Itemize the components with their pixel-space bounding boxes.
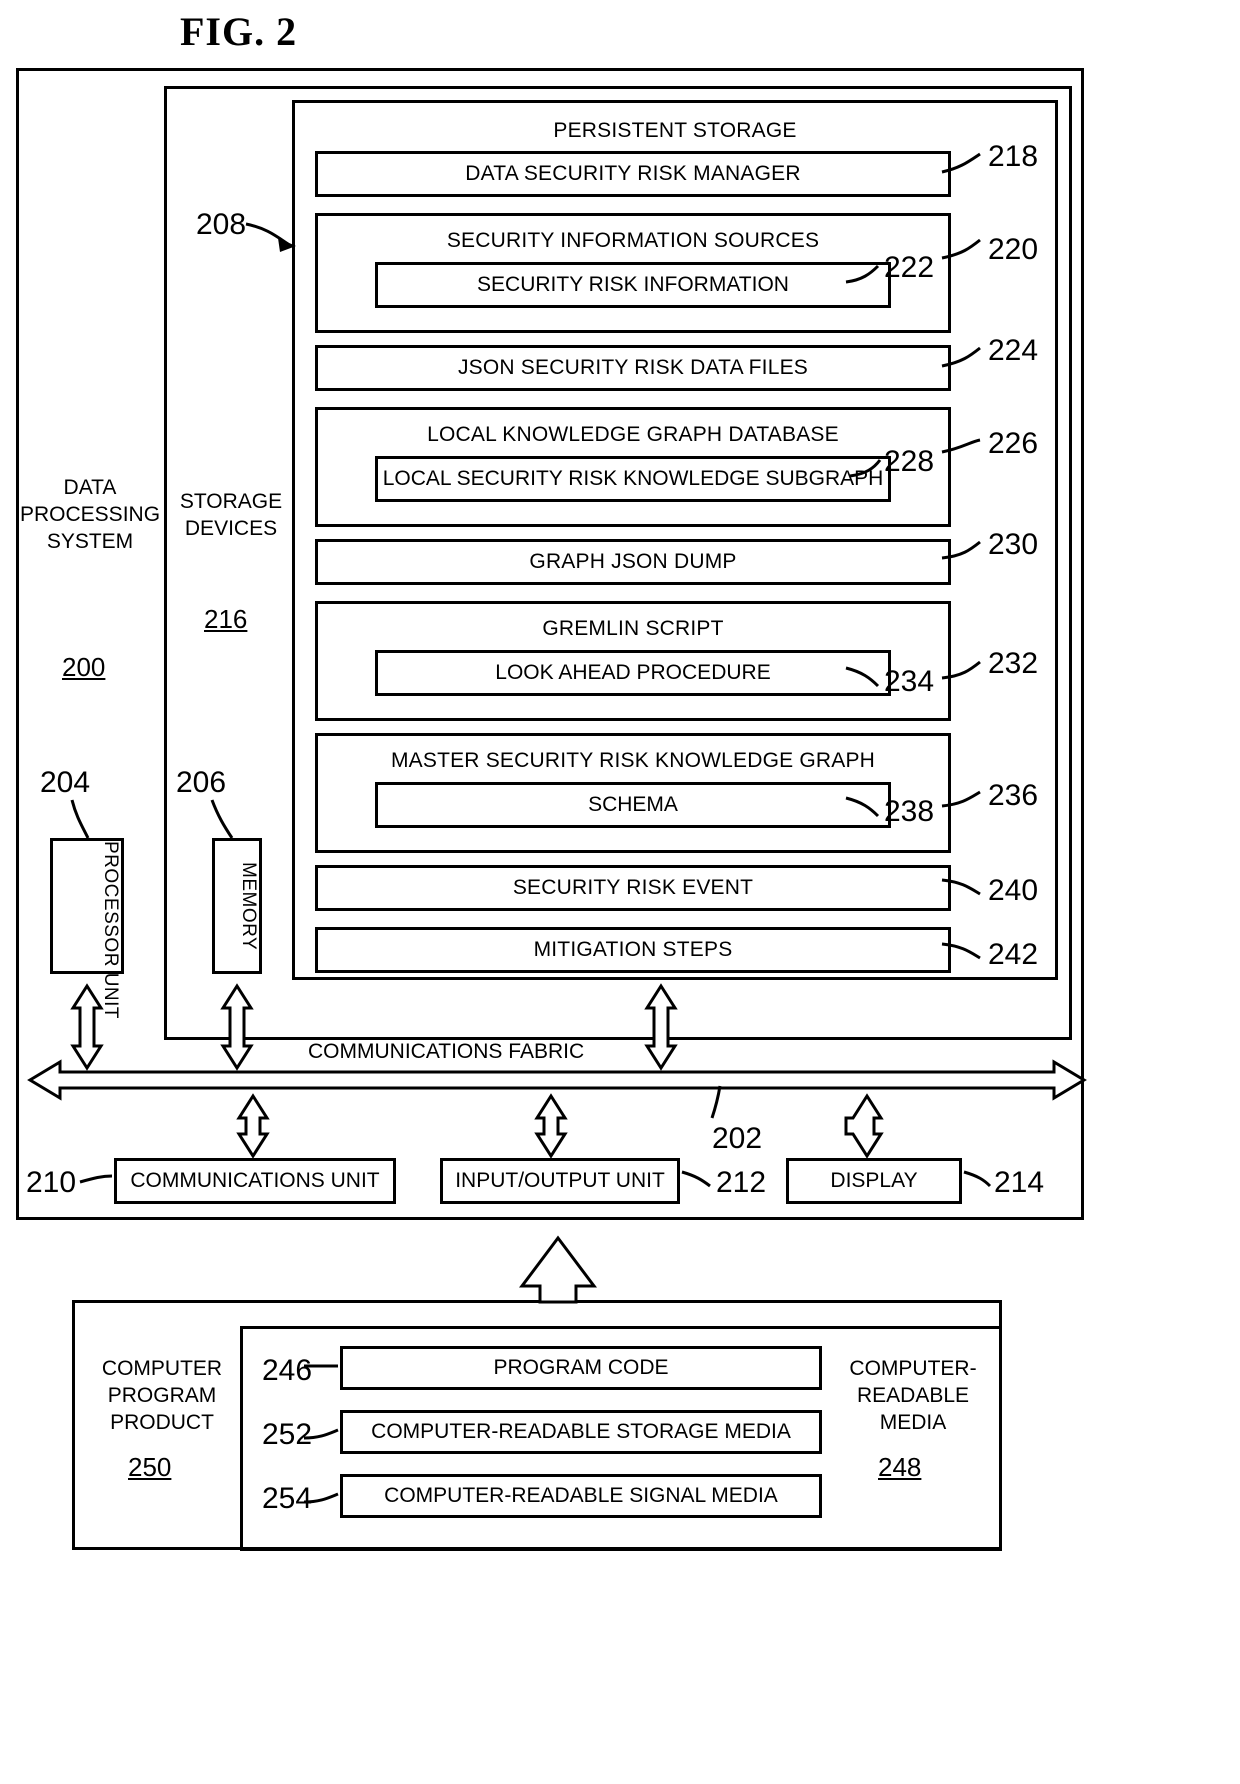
label-line: PROGRAM <box>107 1384 217 1407</box>
ref-246: 246 <box>262 1354 313 1387</box>
computer-program-product-label: COMPUTER PROGRAM PRODUCT <box>92 1355 232 1436</box>
persistent-storage-title: PERSISTENT STORAGE <box>553 119 797 142</box>
program-code-box: PROGRAM CODE <box>340 1346 822 1390</box>
module-label: LOCAL KNOWLEDGE GRAPH DATABASE <box>427 423 839 446</box>
ref-242: 242 <box>988 938 1039 971</box>
ref-234: 234 <box>884 665 935 698</box>
label-line: DATA <box>63 476 117 499</box>
module-label: LOCAL SECURITY RISK KNOWLEDGE SUBGRAPH <box>382 467 884 490</box>
module-master-security-risk-knowledge-graph: MASTER SECURITY RISK KNOWLEDGE GRAPH SCH… <box>315 733 951 853</box>
ref-200: 200 <box>62 652 106 682</box>
module-json-security-risk-data-files: JSON SECURITY RISK DATA FILES <box>315 345 951 391</box>
module-label: MASTER SECURITY RISK KNOWLEDGE GRAPH <box>390 749 876 772</box>
storage-devices-label: STORAGE DEVICES <box>172 488 290 542</box>
label-line: STORAGE <box>179 490 283 513</box>
label-line: SYSTEM <box>46 530 134 553</box>
ref-216: 216 <box>204 604 248 634</box>
ref-236: 236 <box>988 779 1039 812</box>
storage-media-label: COMPUTER-READABLE STORAGE MEDIA <box>371 1420 791 1443</box>
label-line: MEDIA <box>879 1411 947 1434</box>
ref-230: 230 <box>988 528 1039 561</box>
ref-254: 254 <box>262 1482 313 1515</box>
ref-208: 208 <box>196 208 247 241</box>
module-label: JSON SECURITY RISK DATA FILES <box>457 356 809 379</box>
label-line: COMPUTER- <box>849 1357 977 1380</box>
module-label: GRAPH JSON DUMP <box>529 550 737 573</box>
ref-206: 206 <box>176 766 227 799</box>
module-local-knowledge-graph-database: LOCAL KNOWLEDGE GRAPH DATABASE LOCAL SEC… <box>315 407 951 527</box>
computer-readable-storage-media-box: COMPUTER-READABLE STORAGE MEDIA <box>340 1410 822 1454</box>
module-security-risk-information: SECURITY RISK INFORMATION <box>375 262 891 308</box>
program-code-label: PROGRAM CODE <box>493 1356 669 1379</box>
persistent-storage-frame: PERSISTENT STORAGE DATA SECURITY RISK MA… <box>292 100 1058 980</box>
data-processing-system-label: DATA PROCESSING SYSTEM <box>20 474 160 555</box>
ref-232: 232 <box>988 647 1039 680</box>
module-graph-json-dump: GRAPH JSON DUMP <box>315 539 951 585</box>
ref-224: 224 <box>988 334 1039 367</box>
label-line: READABLE <box>856 1384 970 1407</box>
ref-250: 250 <box>128 1452 172 1482</box>
module-label: SECURITY INFORMATION SOURCES <box>446 229 820 252</box>
ref-218: 218 <box>988 140 1039 173</box>
module-label: MITIGATION STEPS <box>533 938 733 961</box>
signal-media-label: COMPUTER-READABLE SIGNAL MEDIA <box>384 1484 778 1507</box>
ref-252: 252 <box>262 1418 313 1451</box>
ref-220: 220 <box>988 233 1039 266</box>
label-line: PRODUCT <box>110 1411 214 1434</box>
ref-202: 202 <box>712 1122 763 1155</box>
memory-label: MEMORY <box>238 861 259 951</box>
module-label: SECURITY RISK INFORMATION <box>477 273 789 296</box>
module-gremlin-script: GREMLIN SCRIPT LOOK AHEAD PROCEDURE <box>315 601 951 721</box>
ref-228: 228 <box>884 445 935 478</box>
module-schema: SCHEMA <box>375 782 891 828</box>
ref-222: 222 <box>884 251 935 284</box>
label-line: DEVICES <box>184 517 278 540</box>
input-output-unit-box: INPUT/OUTPUT UNIT <box>440 1158 680 1204</box>
module-label: SECURITY RISK EVENT <box>512 876 754 899</box>
processor-unit-label: PROCESSOR UNIT <box>100 841 121 1020</box>
module-data-security-risk-manager: DATA SECURITY RISK MANAGER <box>315 151 951 197</box>
module-label: SCHEMA <box>588 793 678 816</box>
module-label: GREMLIN SCRIPT <box>542 617 724 640</box>
module-look-ahead-procedure: LOOK AHEAD PROCEDURE <box>375 650 891 696</box>
ref-214: 214 <box>994 1166 1045 1199</box>
ref-238: 238 <box>884 795 935 828</box>
program-upload-arrow <box>519 1235 597 1304</box>
ref-226: 226 <box>988 427 1039 460</box>
figure-title: FIG. 2 <box>180 9 298 54</box>
computer-readable-signal-media-box: COMPUTER-READABLE SIGNAL MEDIA <box>340 1474 822 1518</box>
module-security-risk-event: SECURITY RISK EVENT <box>315 865 951 911</box>
communications-unit-label: COMMUNICATIONS UNIT <box>130 1169 380 1192</box>
processor-unit-box: PROCESSOR UNIT <box>50 838 124 1020</box>
communications-fabric-label: COMMUNICATIONS FABRIC <box>308 1040 585 1063</box>
input-output-unit-label: INPUT/OUTPUT UNIT <box>455 1169 665 1192</box>
module-local-security-risk-knowledge-subgraph: LOCAL SECURITY RISK KNOWLEDGE SUBGRAPH <box>375 456 891 502</box>
module-label: DATA SECURITY RISK MANAGER <box>465 162 801 185</box>
ref-248: 248 <box>878 1452 922 1482</box>
ref-212: 212 <box>716 1166 767 1199</box>
label-line: COMPUTER <box>101 1357 223 1380</box>
module-mitigation-steps: MITIGATION STEPS <box>315 927 951 973</box>
communications-unit-box: COMMUNICATIONS UNIT <box>114 1158 396 1204</box>
module-security-information-sources: SECURITY INFORMATION SOURCES SECURITY RI… <box>315 213 951 333</box>
ref-204: 204 <box>40 766 91 799</box>
module-label: LOOK AHEAD PROCEDURE <box>495 661 771 684</box>
ref-210: 210 <box>26 1166 77 1199</box>
display-label: DISPLAY <box>830 1169 918 1192</box>
display-box: DISPLAY <box>786 1158 962 1204</box>
ref-240: 240 <box>988 874 1039 907</box>
memory-box: MEMORY <box>212 838 262 974</box>
computer-readable-media-label: COMPUTER- READABLE MEDIA <box>838 1355 988 1436</box>
label-line: PROCESSING <box>20 503 161 526</box>
